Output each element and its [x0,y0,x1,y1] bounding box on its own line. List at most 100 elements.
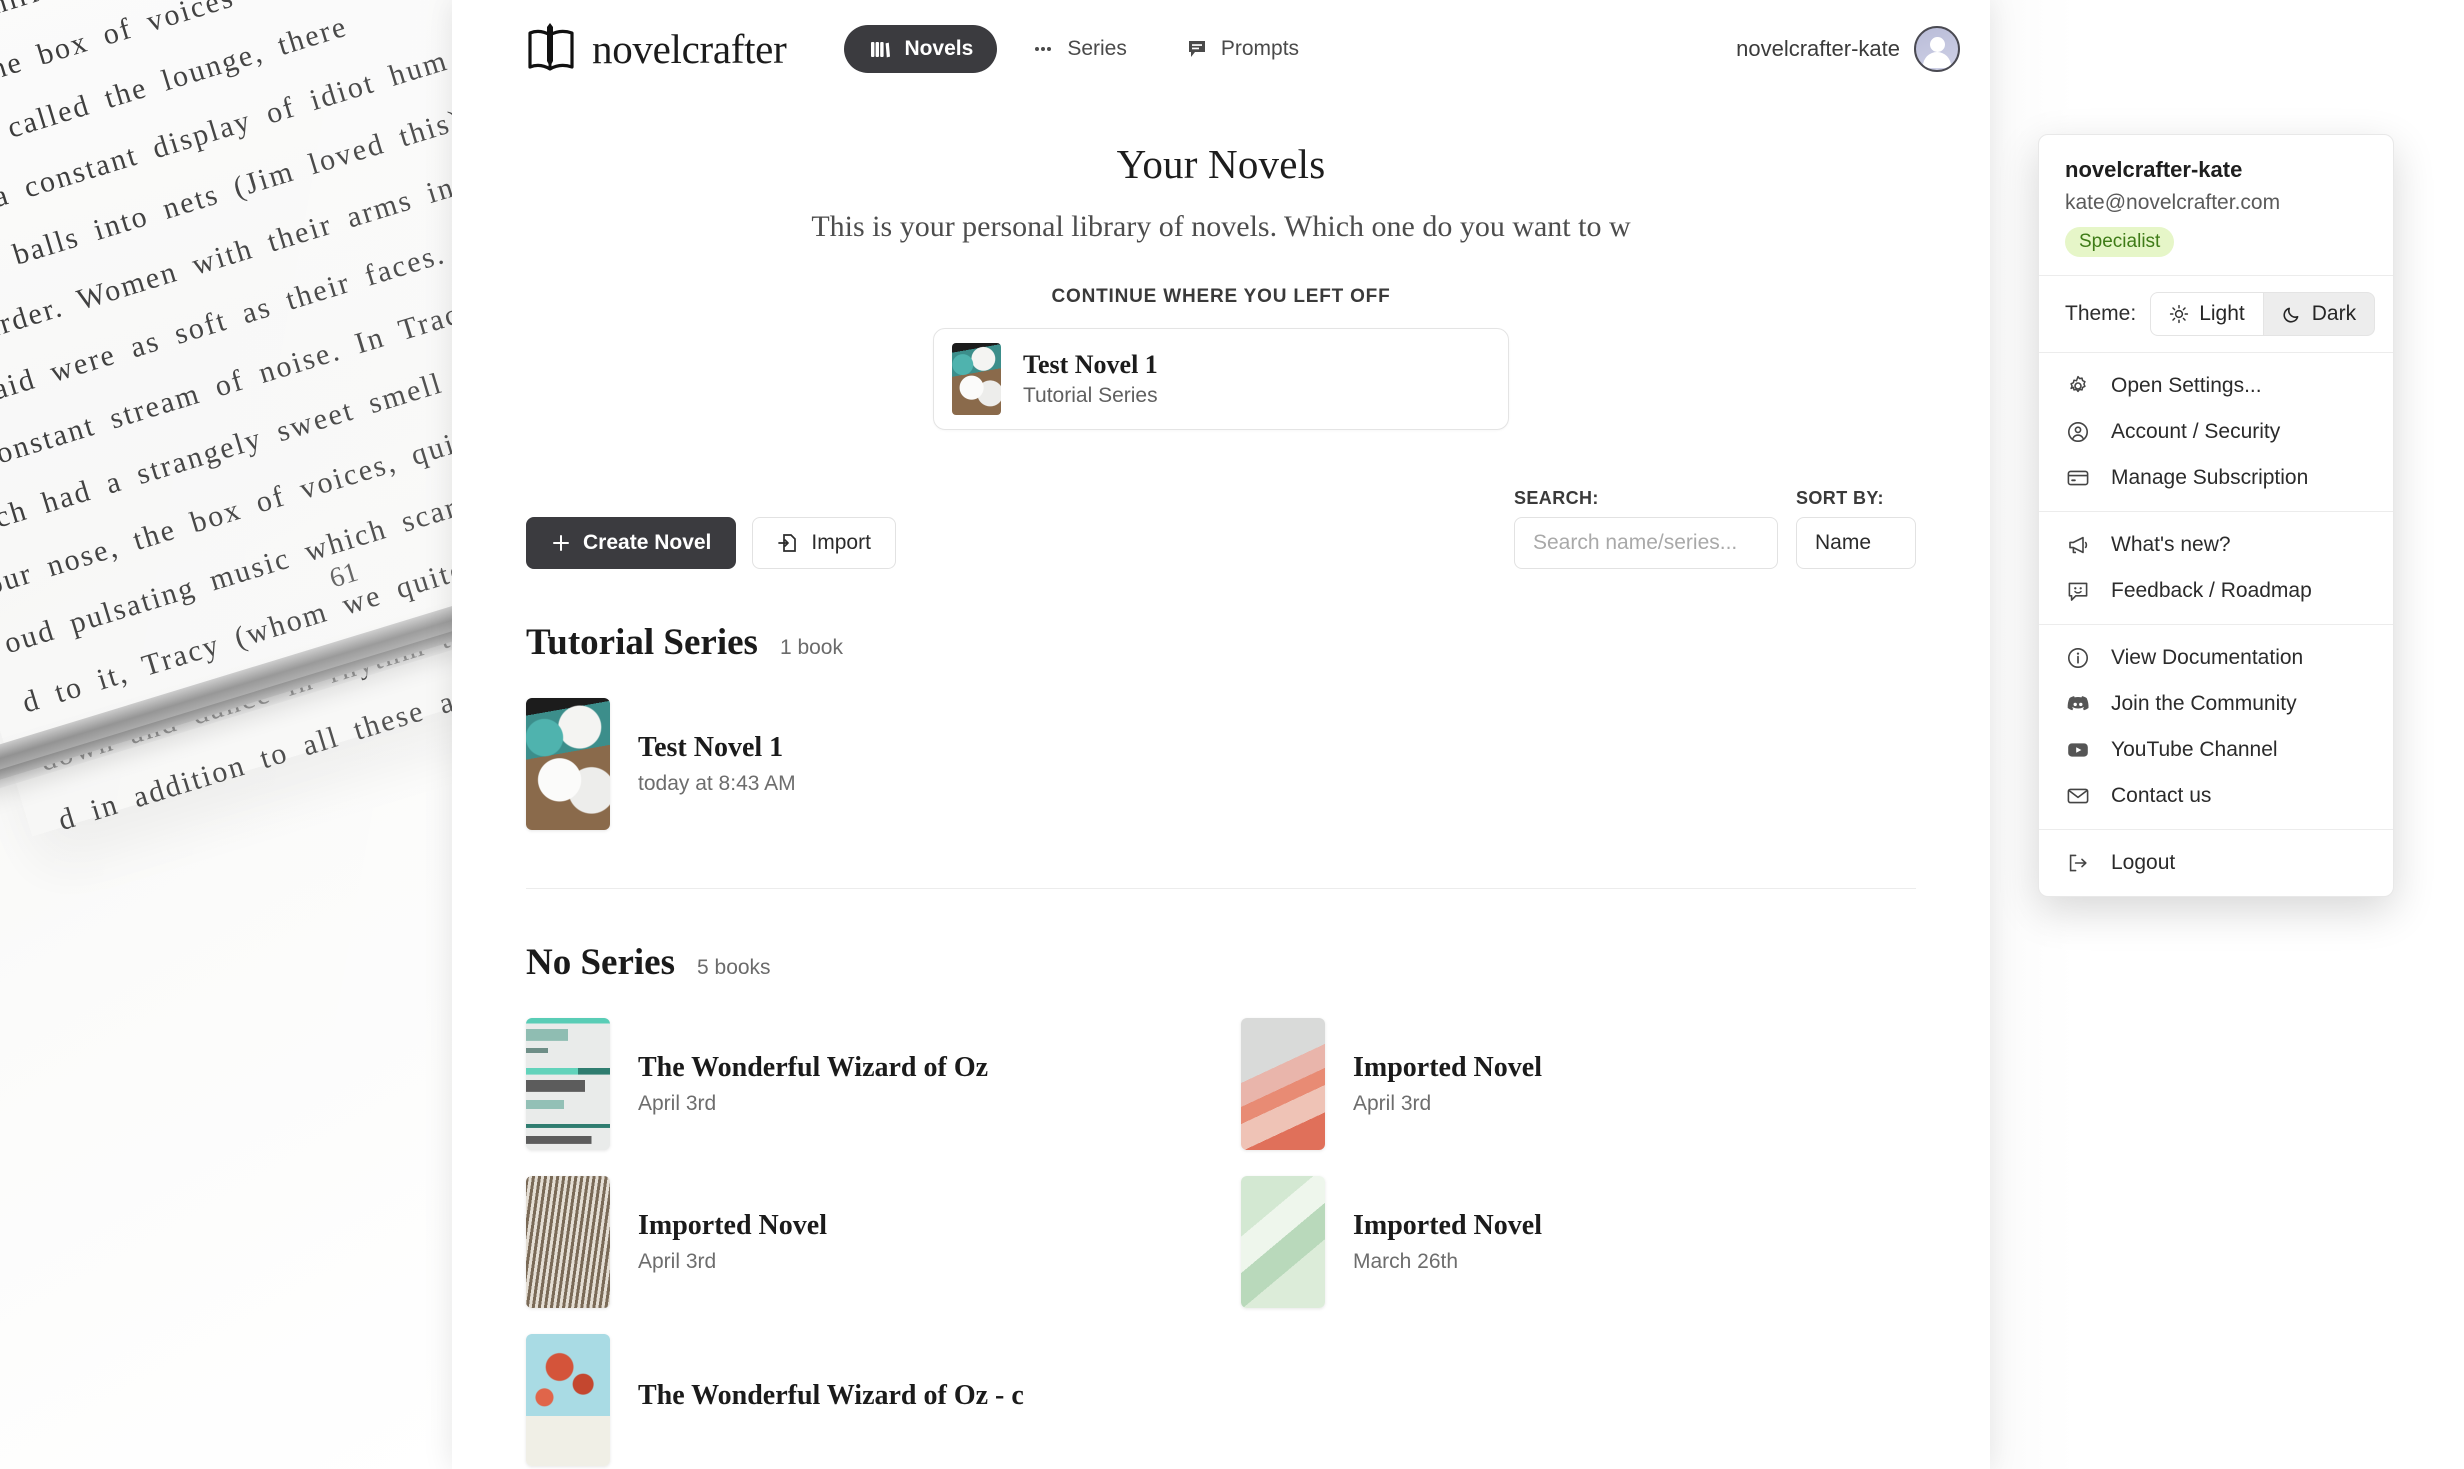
sort-select[interactable]: Name [1796,517,1916,569]
series-book-count: 5 books [697,956,771,979]
book-title: The Wonderful Wizard of Oz - c [638,1380,1024,1411]
menu-item-manage-subscription[interactable]: Manage Subscription [2039,455,2393,501]
nav-item-prompts[interactable]: Prompts [1161,25,1323,73]
continue-novel-series: Tutorial Series [1023,384,1158,407]
menu-item-youtube-channel[interactable]: YouTube Channel [2039,727,2393,773]
sort-label: SORT BY: [1796,488,1884,508]
theme-light-label: Light [2199,302,2245,325]
book-cover [526,698,610,830]
series-section-none: No Series 5 books The Wonderful Wizard o… [452,941,1990,1466]
menu-label: YouTube Channel [2111,738,2278,761]
user-avatar-icon[interactable] [1914,26,1960,72]
avatar-body [1923,52,1951,68]
youtube-icon [2065,737,2091,763]
page-subtitle: This is your personal library of novels.… [811,210,1631,243]
book-item[interactable]: The Wonderful Wizard of Oz - c [526,1334,1201,1466]
menu-item-feedback-roadmap[interactable]: Feedback / Roadmap [2039,568,2393,614]
search-label: SEARCH: [1514,488,1599,508]
page-hero: Your Novels This is your personal librar… [452,98,1990,430]
menu-account-name: novelcrafter-kate [2065,157,2243,182]
sort-select-value: Name [1815,531,1872,554]
continue-novel-card[interactable]: Test Novel 1 Tutorial Series [933,328,1509,430]
theme-dark-button[interactable]: Dark [2263,292,2376,336]
book-item[interactable]: Imported Novel April 3rd [526,1176,1201,1308]
book-meta: Imported Novel April 3rd [638,1210,827,1274]
menu-item-account-security[interactable]: Account / Security [2039,409,2393,455]
series-book-count: 1 book [779,636,843,659]
theme-dark-label: Dark [2311,302,2357,325]
book-item[interactable]: Imported Novel April 3rd [1241,1018,1916,1150]
menu-item-join-community[interactable]: Join the Community [2039,681,2393,727]
plus-icon [553,535,569,551]
brand-name: novelcrafter [592,26,787,72]
book-date: March 26th [1353,1250,1459,1273]
book-title: Imported Novel [1353,1210,1542,1241]
menu-item-view-documentation[interactable]: View Documentation [2039,635,2393,681]
theme-button-group: Light Dark [2150,292,2376,336]
create-novel-button[interactable]: Create Novel [526,517,737,569]
book-date: April 3rd [638,1250,717,1273]
series-book-grid: The Wonderful Wizard of Oz April 3rd Imp… [526,1018,1916,1466]
book-item[interactable]: Test Novel 1 today at 8:43 AM [526,698,1201,830]
menu-item-whats-new[interactable]: What's new? [2039,522,2393,568]
menu-item-open-settings[interactable]: Open Settings... [2039,363,2393,409]
series-title: No Series [526,942,675,983]
theme-label: Theme: [2065,302,2137,325]
smiley-chat-icon [2065,578,2091,604]
create-novel-label: Create Novel [583,531,712,554]
nav-label-series: Series [1067,37,1127,60]
sort-field-group: SORT BY: Name [1796,488,1916,569]
plan-badge: Specialist [2065,227,2175,257]
nav-item-series[interactable]: Series [1007,25,1151,73]
menu-label: Join the Community [2111,692,2297,715]
book-item[interactable]: The Wonderful Wizard of Oz April 3rd [526,1018,1201,1150]
info-circle-icon [2065,645,2091,671]
book-meta: Imported Novel April 3rd [1353,1052,1542,1116]
theme-light-button[interactable]: Light [2150,292,2264,336]
nav-label-novels: Novels [904,37,974,60]
book-meta: Imported Novel March 26th [1353,1210,1542,1274]
menu-group-news: What's new? Feedback / Roadmap [2039,512,2393,624]
menu-item-contact-us[interactable]: Contact us [2039,773,2393,819]
user-menu-trigger[interactable]: novelcrafter-kate [1736,26,1960,72]
book-cover [1241,1176,1325,1308]
series-header: Tutorial Series 1 book [526,621,1916,664]
nav-item-novels[interactable]: Novels [844,25,998,73]
book-cover [1241,1018,1325,1150]
book-date: today at 8:43 AM [638,772,796,795]
book-title: Test Novel 1 [638,732,784,763]
menu-group-session: Logout [2039,830,2393,896]
menu-label: View Documentation [2111,646,2304,669]
menu-label: Logout [2111,851,2176,874]
book-date: April 3rd [1353,1092,1432,1115]
menu-label: Contact us [2111,784,2212,807]
continue-novel-title: Test Novel 1 [1023,350,1158,379]
logout-icon [2065,850,2091,876]
ellipsis-icon [1031,37,1055,61]
main-nav: Novels Series Prompts [844,25,1323,73]
import-label: Import [811,531,871,554]
continue-kicker: CONTINUE WHERE YOU LEFT OFF [1051,286,1391,307]
import-button[interactable]: Import [752,517,896,569]
book-meta: Test Novel 1 today at 8:43 AM [638,732,796,796]
menu-label: Feedback / Roadmap [2111,579,2312,602]
menu-account-email: kate@novelcrafter.com [2065,191,2281,214]
continue-section: Test Novel 1 Tutorial Series [452,328,1990,430]
continue-novel-meta: Test Novel 1 Tutorial Series [1023,350,1158,408]
book-item[interactable]: Imported Novel March 26th [1241,1176,1916,1308]
menu-label: Account / Security [2111,420,2281,443]
brand-logo[interactable]: novelcrafter [526,21,787,77]
sun-icon [2170,304,2189,324]
series-title: Tutorial Series [526,622,758,663]
menu-account-block: novelcrafter-kate kate@novelcrafter.com … [2039,135,2393,275]
nav-label-prompts: Prompts [1220,37,1300,60]
search-input[interactable] [1514,517,1778,569]
menu-label: Open Settings... [2111,374,2262,397]
credit-card-icon [2065,465,2091,491]
menu-item-logout[interactable]: Logout [2039,840,2393,886]
book-cover [526,1334,610,1466]
open-book-pen-icon [528,23,574,71]
user-dropdown-menu: novelcrafter-kate kate@novelcrafter.com … [2038,134,2394,897]
book-meta: The Wonderful Wizard of Oz April 3rd [638,1052,988,1116]
continue-novel-cover [952,343,1001,415]
